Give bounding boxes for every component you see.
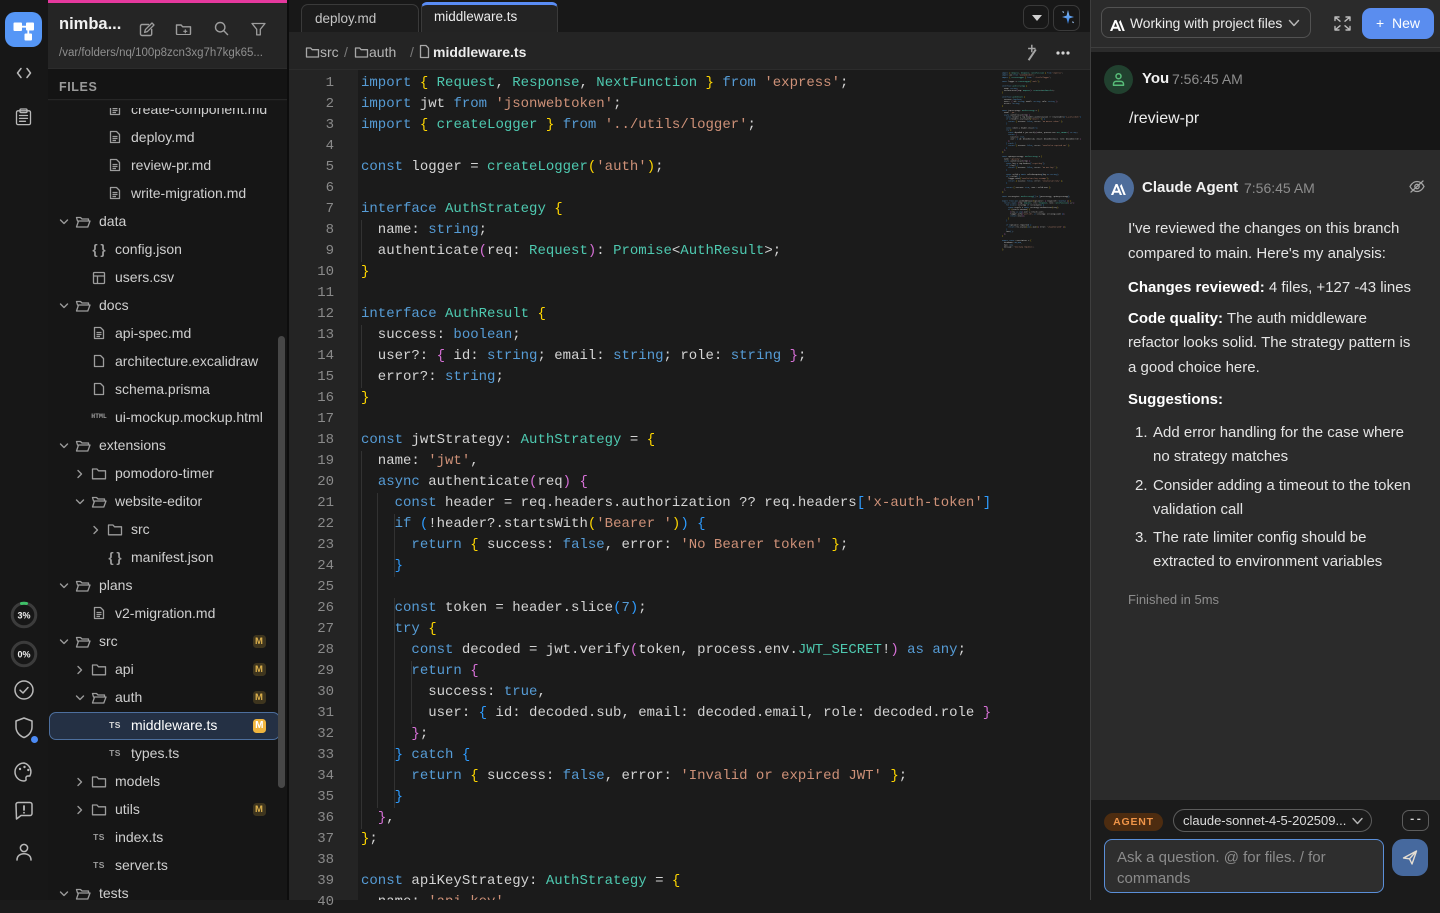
svg-text:0%: 0% [17,650,30,660]
svg-text:3%: 3% [17,610,30,620]
